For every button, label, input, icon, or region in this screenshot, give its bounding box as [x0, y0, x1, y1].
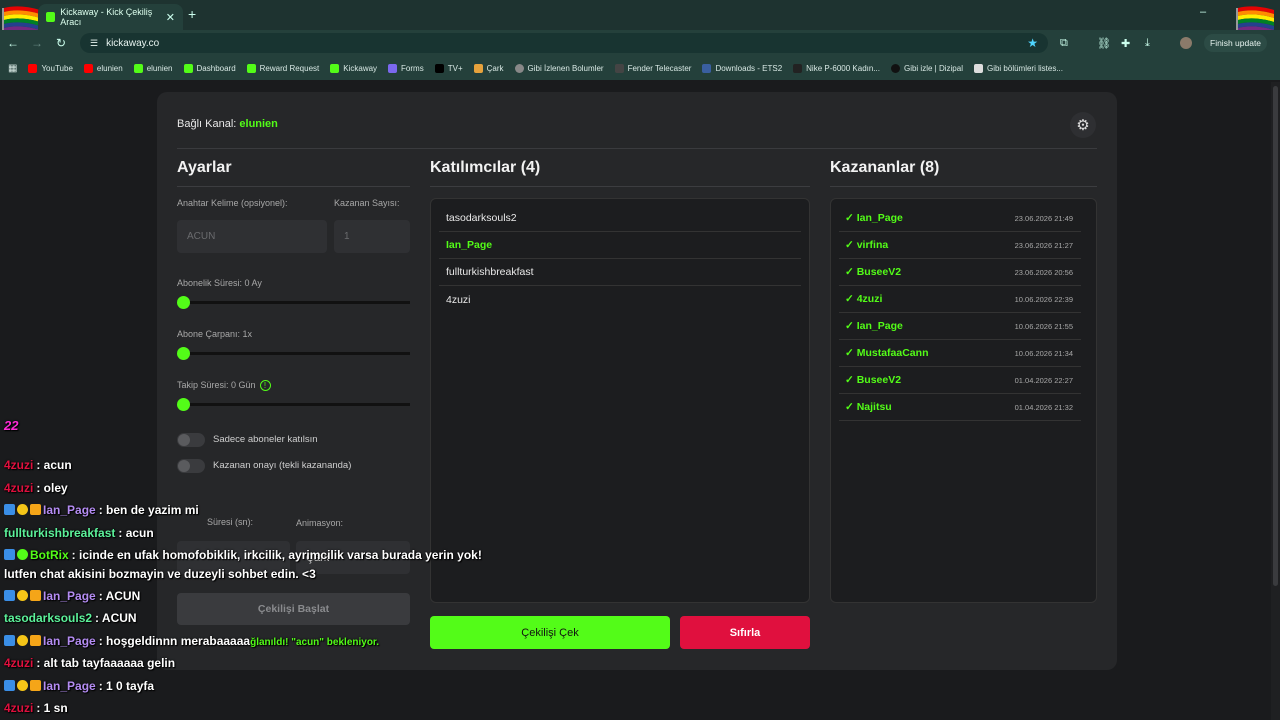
- participants-underline: [430, 186, 810, 187]
- participants-title: Katılımcılar (4): [430, 159, 541, 176]
- minimize-icon[interactable]: –: [1200, 6, 1206, 18]
- winner-row: ✓ BuseeV2 23.06.2026 20:56: [839, 259, 1081, 286]
- bookmark-item[interactable]: Çark: [473, 63, 504, 73]
- bookmark-item[interactable]: YouTube: [28, 63, 73, 73]
- apps-icon[interactable]: ▦: [8, 63, 17, 74]
- back-icon[interactable]: ←: [2, 36, 24, 50]
- bookmark-star-icon[interactable]: ★: [1027, 36, 1038, 50]
- keyword-label: Anahtar Kelime (opsiyonel):: [177, 198, 288, 208]
- tab-title: Kickaway - Kick Çekiliş Aracı: [60, 7, 153, 27]
- animation-label: Animasyon:: [296, 518, 344, 528]
- start-giveaway-button[interactable]: Çekilişi Başlat: [177, 593, 410, 625]
- settings-title: Ayarlar: [177, 159, 232, 176]
- winner-approval-toggle[interactable]: [177, 459, 205, 473]
- winners-title: Kazananlar (8): [830, 159, 940, 176]
- only-subs-label: Sadece aboneler katılsın: [213, 434, 318, 445]
- finish-update-button[interactable]: Finish update: [1204, 34, 1268, 52]
- browser-tab-strip: Kickaway - Kick Çekiliş Aracı ✕ + –: [0, 0, 1280, 50]
- download-icon[interactable]: ⤓: [1145, 37, 1150, 50]
- duration-input[interactable]: 30: [177, 541, 290, 574]
- draw-winner-button[interactable]: Çekilişi Çek: [430, 616, 670, 649]
- bookmark-item[interactable]: Gibi İzlenen Bolumler: [514, 63, 604, 73]
- participant-row: fullturkishbreakfast: [439, 259, 801, 286]
- winner-row: ✓ Ian_Page 10.06.2026 21:55: [839, 313, 1081, 340]
- bookmark-item[interactable]: elunien: [133, 63, 173, 73]
- only-subs-toggle[interactable]: [177, 433, 205, 447]
- follow-duration-slider[interactable]: [177, 398, 410, 411]
- bookmark-item[interactable]: TV+: [434, 63, 463, 73]
- extensions-icon[interactable]: ⧉: [1060, 37, 1068, 50]
- bookmarks-bar: ▦ YouTube elunien elunien Dashboard Rewa…: [0, 56, 1280, 80]
- winner-row: ✓ virfina 23.06.2026 21:27: [839, 232, 1081, 259]
- bookmark-item[interactable]: Kickaway: [330, 63, 377, 73]
- duration-label: Süresi (sn):: [207, 517, 254, 527]
- winner-row: ✓ 4zuzi 10.06.2026 22:39: [839, 286, 1081, 313]
- sub-duration-label: Abonelik Süresi: 0 Ay: [177, 278, 262, 288]
- reload-icon[interactable]: ↻: [50, 36, 72, 50]
- bookmark-item[interactable]: Fender Telecaster: [614, 63, 691, 73]
- page-content: Bağlı Kanal: elunien ⚙ Ayarlar Anahtar K…: [0, 80, 1280, 720]
- bookmark-item[interactable]: elunien: [83, 63, 123, 73]
- bookmark-item[interactable]: Forms: [388, 63, 424, 73]
- sub-multiplier-label: Abone Çarpanı: 1x: [177, 329, 253, 339]
- site-info-icon[interactable]: ☰: [90, 38, 98, 49]
- sub-duration-slider[interactable]: [177, 296, 410, 309]
- winners-underline: [830, 186, 1097, 187]
- bookmark-item[interactable]: Downloads - ETS2: [702, 63, 782, 73]
- participant-row: Ian_Page: [439, 232, 801, 259]
- new-tab-icon[interactable]: +: [188, 6, 196, 22]
- url-text: kickaway.co: [106, 37, 160, 49]
- address-bar[interactable]: ☰ kickaway.co ★: [80, 33, 1048, 53]
- header-divider: [177, 148, 1097, 149]
- forward-icon[interactable]: →: [26, 36, 48, 50]
- bookmark-item[interactable]: Nike P-6000 Kadın...: [793, 63, 880, 73]
- winner-row: ✓ BuseeV2 01.04.2026 22:27: [839, 367, 1081, 394]
- follow-duration-label: Takip Süresi: 0 Gün!: [177, 380, 271, 391]
- winner-row: ✓ Najitsu 01.04.2026 21:32: [839, 394, 1081, 421]
- winner-approval-label: Kazanan onayı (tekli kazananda): [213, 460, 352, 471]
- participant-row: 4zuzi: [446, 293, 471, 306]
- winner-row: ✓ MustafaaCann 10.06.2026 21:34: [839, 340, 1081, 367]
- kick-favicon-icon: [46, 12, 56, 22]
- settings-gear-button[interactable]: ⚙: [1070, 112, 1096, 138]
- gear-icon: ⚙: [1076, 117, 1090, 134]
- bookmark-item[interactable]: Gibi bölümleri listes...: [973, 63, 1063, 73]
- reset-button[interactable]: Sıfırla: [680, 616, 810, 649]
- keyword-input[interactable]: ACUN: [177, 220, 327, 253]
- connected-channel: Bağlı Kanal: elunien: [177, 118, 278, 130]
- page-scrollbar[interactable]: [1271, 82, 1280, 720]
- settings-underline: [177, 186, 410, 187]
- animation-value: Çark: [306, 551, 330, 564]
- browser-tab-kickaway[interactable]: Kickaway - Kick Çekiliş Aracı ✕: [38, 4, 183, 30]
- sub-multiplier-slider[interactable]: [177, 347, 410, 360]
- link-icon[interactable]: ⛓: [1097, 37, 1111, 50]
- winner-count-label: Kazanan Sayısı:: [334, 198, 400, 208]
- profile-avatar[interactable]: [1180, 37, 1192, 49]
- winners-list: ✓ Ian_Page 23.06.2026 21:49 ✓ virfina 23.0…: [830, 198, 1097, 603]
- bookmark-item[interactable]: Gibi izle | Dizipal: [890, 63, 963, 73]
- chevron-down-icon: ⌄: [392, 552, 400, 562]
- giveaway-card: Bağlı Kanal: elunien ⚙ Ayarlar Anahtar K…: [157, 92, 1117, 670]
- puzzle-icon[interactable]: ✚: [1121, 37, 1130, 50]
- animation-select[interactable]: Çark ⌄: [296, 541, 410, 574]
- info-icon[interactable]: !: [259, 380, 271, 391]
- browser-toolbar: ← → ↻ ☰ kickaway.co ★ ⧉ ⛓ ✚ ⤓ Finish upd…: [0, 30, 1280, 56]
- bookmark-item[interactable]: Dashboard: [183, 63, 236, 73]
- close-tab-icon[interactable]: ✕: [166, 11, 175, 24]
- winner-count-input[interactable]: 1: [334, 220, 410, 253]
- bookmark-item[interactable]: Reward Request: [246, 63, 319, 73]
- winner-row: ✓ Ian_Page 23.06.2026 21:49: [839, 205, 1081, 232]
- participants-list: tasodarksouls2 Ian_Page fullturkishbreak…: [430, 198, 810, 603]
- participant-row: tasodarksouls2: [439, 205, 801, 232]
